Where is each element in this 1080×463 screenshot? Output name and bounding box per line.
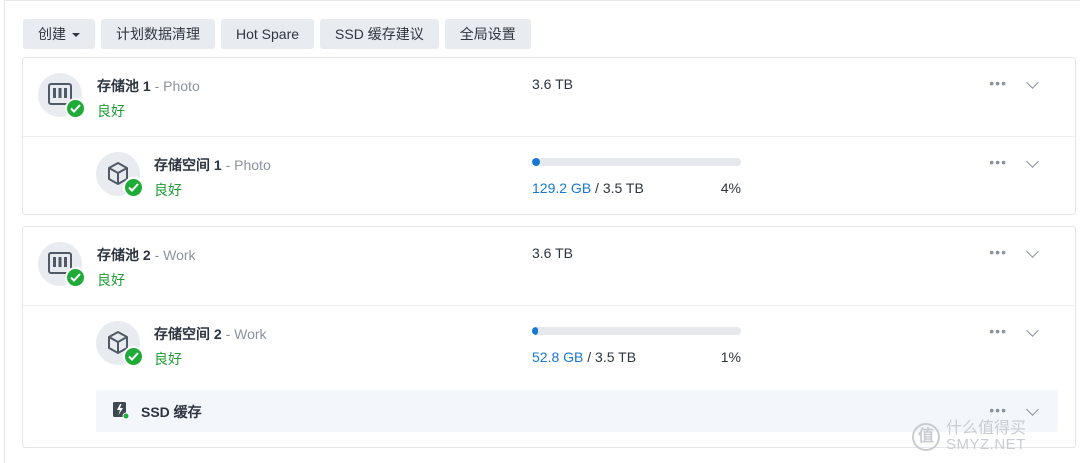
ssd-cache-icon [113, 402, 130, 420]
more-dots-icon[interactable]: ••• [989, 323, 1007, 339]
usage-progress-bar [532, 327, 741, 335]
chevron-down-icon[interactable] [1026, 76, 1039, 89]
panel-left-border [4, 0, 5, 463]
check-circle-icon [123, 346, 144, 367]
storage-pool-card: 存储池 1 - Photo 良好 3.6 TB ••• 存储空间 1 - Pho… [22, 57, 1076, 215]
volume-cube-icon [96, 152, 144, 198]
storage-pool-card: 存储池 2 - Work 良好 3.6 TB ••• 存储空间 2 - Work… [22, 226, 1076, 448]
nas-pool-icon [38, 242, 86, 288]
watermark-text: 什么值得买 [946, 420, 1027, 437]
watermark: 值 什么值得买 SMYZ.NET [912, 420, 1026, 454]
chevron-down-icon[interactable] [1026, 324, 1039, 337]
watermark-url: SMYZ.NET [946, 436, 1026, 453]
volume-name-main: 存储空间 1 [154, 157, 222, 173]
pool-capacity: 3.6 TB [532, 245, 573, 261]
used-space: 129.2 GB [532, 180, 592, 196]
storage-pool-row[interactable]: 存储池 1 - Photo 良好 3.6 TB ••• [23, 58, 1075, 137]
volume-status: 良好 [154, 351, 182, 367]
volume-usage: 52.8 GB / 3.5 TB [532, 349, 636, 365]
name-separator: - [221, 326, 235, 342]
more-dots-icon[interactable]: ••• [989, 75, 1007, 91]
name-separator: - [150, 247, 164, 263]
toolbar: 创建 计划数据清理 Hot Spare SSD 缓存建议 全局设置 [23, 19, 531, 49]
more-dots-icon[interactable]: ••• [989, 154, 1007, 170]
pool-description: Work [163, 247, 196, 263]
watermark-logo-icon: 值 [912, 423, 940, 451]
hot-spare-button[interactable]: Hot Spare [221, 19, 315, 49]
volume-name: 存储空间 1 - Photo [154, 155, 271, 175]
chevron-down-icon[interactable] [1026, 245, 1039, 258]
panel-top-border [4, 0, 1080, 1]
check-circle-icon [65, 98, 86, 119]
check-circle-icon [123, 177, 144, 198]
volume-usage: 129.2 GB / 3.5 TB [532, 180, 644, 196]
ssd-cache-advice-button[interactable]: SSD 缓存建议 [320, 19, 439, 49]
create-button-label: 创建 [38, 26, 66, 42]
pool-status: 良好 [97, 272, 125, 288]
pool-capacity: 3.6 TB [532, 76, 573, 92]
usage-slash: / [583, 349, 596, 365]
usage-percent: 1% [720, 349, 741, 365]
chevron-down-icon[interactable] [1026, 403, 1039, 416]
volume-status: 良好 [154, 182, 182, 198]
pool-name: 存储池 1 - Photo [97, 76, 200, 96]
nas-pool-icon [38, 73, 86, 119]
name-separator: - [150, 78, 164, 94]
usage-percent: 4% [720, 180, 741, 196]
pool-status: 良好 [97, 103, 125, 119]
volume-description: Photo [234, 157, 271, 173]
pool-description: Photo [163, 78, 200, 94]
more-dots-icon[interactable]: ••• [989, 244, 1007, 260]
usage-progress-fill [532, 327, 539, 335]
volume-row[interactable]: 存储空间 1 - Photo 良好 129.2 GB / 3.5 TB 4% •… [23, 137, 1075, 215]
usage-progress-bar [532, 158, 741, 166]
pool-name-main: 存储池 1 [97, 78, 151, 94]
name-separator: - [221, 157, 235, 173]
volume-row[interactable]: 存储空间 2 - Work 良好 52.8 GB / 3.5 TB 1% ••• [23, 306, 1075, 384]
pool-name-main: 存储池 2 [97, 247, 151, 263]
volume-description: Work [234, 326, 267, 342]
more-dots-icon[interactable]: ••• [989, 402, 1007, 418]
global-settings-button[interactable]: 全局设置 [444, 19, 531, 49]
watermark-stack: 什么值得买 SMYZ.NET [946, 421, 1026, 453]
check-circle-icon [65, 267, 86, 288]
usage-slash: / [591, 180, 603, 196]
pool-name: 存储池 2 - Work [97, 245, 196, 265]
volume-name: 存储空间 2 - Work [154, 324, 267, 344]
volume-cube-icon [96, 321, 144, 367]
volume-name-main: 存储空间 2 [154, 326, 222, 342]
create-button[interactable]: 创建 [23, 19, 95, 49]
dropdown-caret-icon [72, 33, 80, 38]
chevron-down-icon[interactable] [1026, 155, 1039, 168]
storage-pool-row[interactable]: 存储池 2 - Work 良好 3.6 TB ••• [23, 227, 1075, 306]
usage-progress-fill [532, 158, 541, 166]
scrub-schedule-button[interactable]: 计划数据清理 [101, 19, 215, 49]
used-space: 52.8 GB [532, 349, 584, 365]
ssd-cache-label: SSD 缓存 [141, 404, 202, 420]
total-space: 3.5 TB [602, 180, 644, 196]
total-space: 3.5 TB [595, 349, 637, 365]
